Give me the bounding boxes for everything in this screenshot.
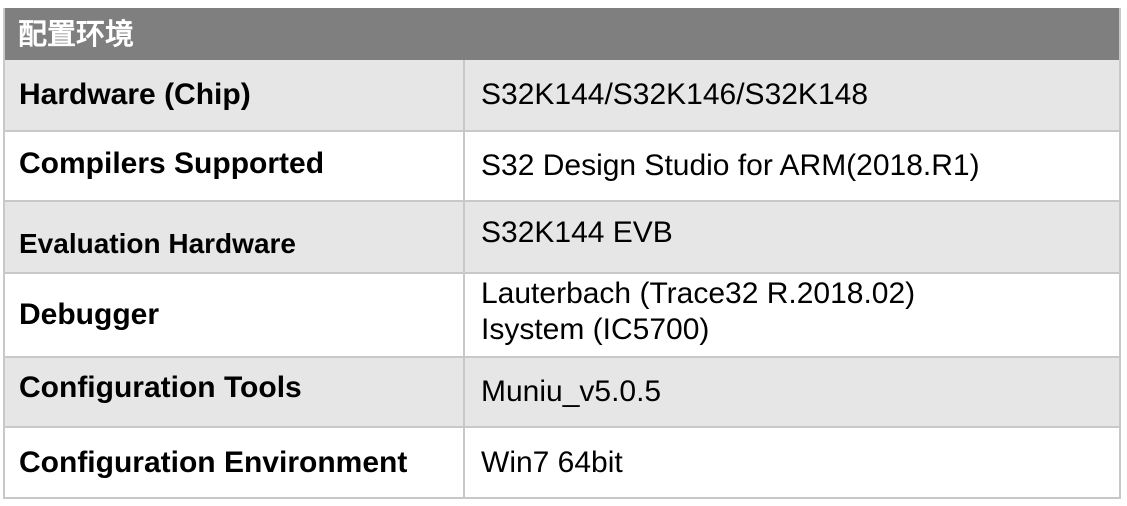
table-row-debugger: Debugger Lauterbach (Trace32 R.2018.02) … (3, 274, 1121, 358)
row-label: Evaluation Hardware (3, 202, 465, 272)
table-row-hardware: Hardware (Chip) S32K144/S32K146/S32K148 (3, 60, 1121, 132)
row-value: S32 Design Studio for ARM(2018.R1) (481, 149, 980, 182)
table-row-compilers: Compilers Supported S32 Design Studio fo… (3, 132, 1121, 202)
table-row-evaluation-hardware: Evaluation Hardware S32K144 EVB (3, 202, 1121, 274)
config-table: 配置环境 Hardware (Chip) S32K144/S32K146/S32… (3, 8, 1121, 499)
table-row-config-environment: Configuration Environment Win7 64bit (3, 428, 1121, 499)
row-value: S32K144/S32K146/S32K148 (481, 78, 868, 111)
row-label: Hardware (Chip) (3, 60, 465, 130)
row-value: S32K144 EVB (481, 216, 673, 249)
row-label: Configuration Tools (3, 358, 465, 426)
row-value: Lauterbach (Trace32 R.2018.02) Isystem (… (481, 277, 916, 346)
table-title: 配置环境 (3, 8, 1121, 60)
table-row-config-tools: Configuration Tools Muniu_v5.0.5 (3, 358, 1121, 428)
row-label: Debugger (3, 274, 465, 356)
row-value: Muniu_v5.0.5 (481, 375, 662, 408)
row-label: Configuration Environment (3, 428, 465, 497)
row-value: Win7 64bit (481, 445, 623, 479)
row-label: Compilers Supported (3, 132, 465, 200)
